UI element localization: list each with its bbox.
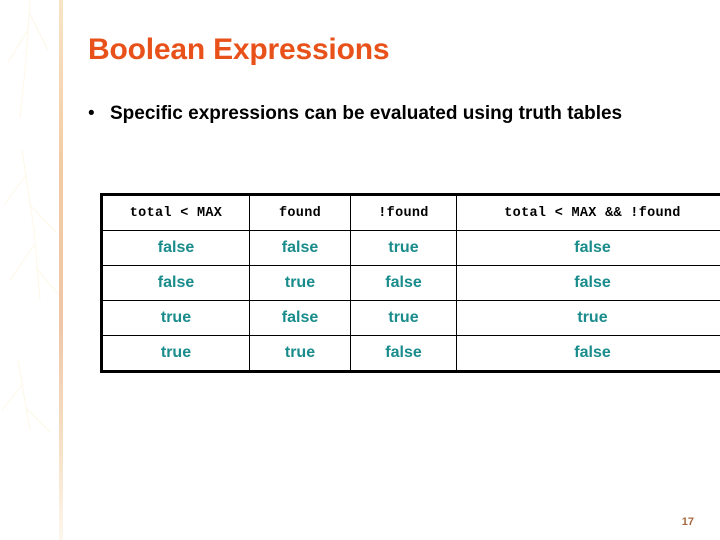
table-cell: true (101, 335, 250, 372)
truth-table: total < MAX found !found total < MAX && … (100, 193, 720, 373)
table-cell: false (456, 265, 720, 301)
column-header-found: found (249, 194, 351, 231)
bullet-item-label: Specific expressions can be evaluated us… (110, 103, 623, 124)
decorative-sidebar (0, 0, 63, 540)
table-row: false false true false (101, 230, 720, 266)
table-row: true true false false (101, 335, 720, 372)
table-cell: false (456, 230, 720, 266)
table-row: true false true true (101, 300, 720, 336)
table-cell: true (101, 300, 250, 336)
table-cell: false (249, 300, 351, 336)
table-cell: true (350, 300, 457, 336)
leaf-vein-overlay (1, 0, 61, 433)
table-cell: false (101, 265, 250, 301)
table-cell: true (249, 335, 351, 372)
table-cell: false (456, 335, 720, 372)
table-cell: false (249, 230, 351, 266)
sidebar-edge-strip (59, 0, 63, 540)
table-cell: true (456, 300, 720, 336)
bullet-marker-icon: • (88, 103, 95, 124)
table-row: false true false false (101, 265, 720, 301)
column-header-combined-expression: total < MAX && !found (456, 194, 720, 231)
column-header-not-found: !found (350, 194, 457, 231)
table-cell: false (101, 230, 250, 266)
table-header-row: total < MAX found !found total < MAX && … (101, 194, 720, 231)
page-title: Boolean Expressions (88, 33, 390, 66)
bullet-item: • Specific expressions can be evaluated … (88, 100, 688, 127)
column-header-total-lt-max: total < MAX (101, 194, 250, 231)
slide-number: 17 (681, 516, 694, 528)
table-cell: false (350, 335, 457, 372)
table-cell: true (249, 265, 351, 301)
table-cell: false (350, 265, 457, 301)
table-cell: true (350, 230, 457, 266)
